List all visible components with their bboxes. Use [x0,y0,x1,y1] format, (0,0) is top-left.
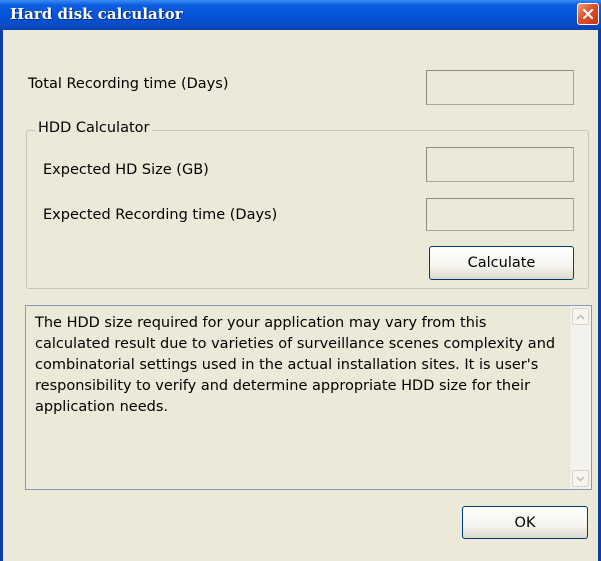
scroll-up-icon [576,314,585,319]
close-button[interactable] [577,3,599,25]
expected-recording-time-field[interactable] [426,198,574,231]
scroll-down-button[interactable] [572,470,589,487]
expected-recording-time-label: Expected Recording time (Days) [43,207,278,223]
ok-button[interactable]: OK [462,506,588,539]
disclaimer-scrollbar[interactable] [569,306,591,489]
disclaimer-box[interactable]: The HDD size required for your applicati… [25,305,592,490]
expected-hd-size-field[interactable] [426,147,574,182]
window-title: Hard disk calculator [10,5,183,23]
expected-hd-size-label: Expected HD Size (GB) [43,162,209,178]
scroll-down-icon [576,476,585,481]
hdd-calculator-legend: HDD Calculator [35,120,153,136]
scroll-up-button[interactable] [572,308,589,325]
total-recording-time-field[interactable] [426,70,574,105]
close-icon [582,8,594,20]
total-recording-time-label: Total Recording time (Days) [28,76,229,92]
calculate-button[interactable]: Calculate [429,246,574,280]
hard-disk-calculator-dialog: Hard disk calculator Total Recording tim… [0,0,601,561]
disclaimer-text: The HDD size required for your applicati… [35,315,556,415]
title-bar[interactable]: Hard disk calculator [0,0,601,30]
